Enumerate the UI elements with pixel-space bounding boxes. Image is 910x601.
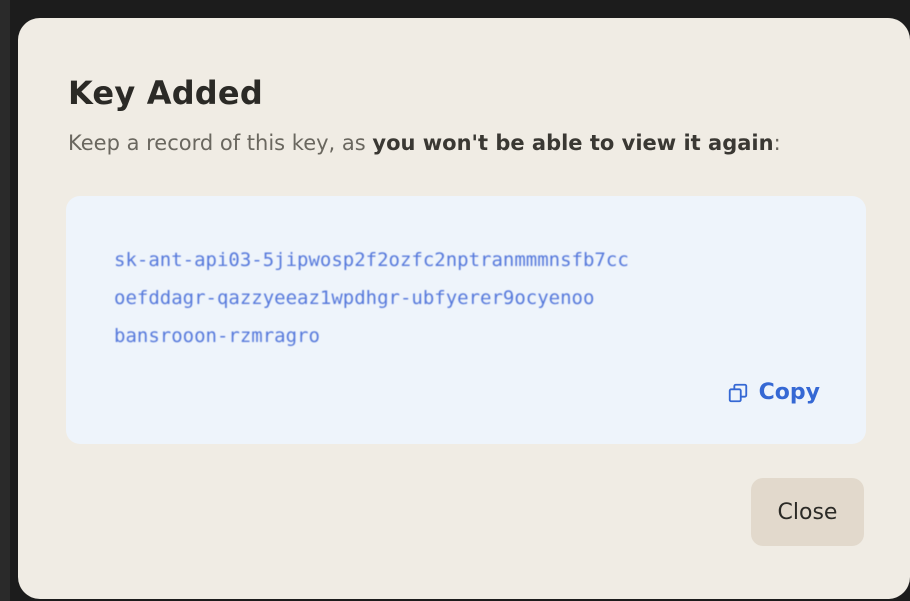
- key-line-text: sk-ant-api03-5jipwosp2f2ozfc2nptranmmmns…: [114, 249, 629, 271]
- key-line-text: oefddagr-qazzyeeaz1wpdhgr-ubfyerer9ocyen…: [114, 287, 595, 309]
- key-line: sk-ant-api03-5jipwosp2f2ozfc2nptranmmmns…: [114, 234, 834, 272]
- subtitle-suffix: :: [773, 131, 781, 155]
- api-key-text[interactable]: sk-ant-api03-5jipwosp2f2ozfc2nptranmmmns…: [114, 234, 834, 348]
- key-display-box: sk-ant-api03-5jipwosp2f2ozfc2nptranmmmns…: [66, 196, 866, 444]
- key-added-dialog: Key Added Keep a record of this key, as …: [18, 18, 910, 599]
- backdrop-edge: [0, 0, 10, 601]
- dialog-subtitle: Keep a record of this key, as you won't …: [68, 131, 781, 155]
- key-line: oefddagr-qazzyeeaz1wpdhgr-ubfyerer9ocyen…: [114, 272, 834, 310]
- close-button-label: Close: [777, 499, 838, 525]
- copy-button-label: Copy: [758, 380, 820, 405]
- key-line: bansrooon-rzmragro: [114, 310, 834, 348]
- dialog-title: Key Added: [68, 74, 263, 112]
- subtitle-bold: you won't be able to view it again: [372, 131, 774, 155]
- key-line-text: bansrooon-rzmragro: [114, 325, 320, 347]
- copy-icon: [728, 383, 747, 402]
- close-button[interactable]: Close: [751, 478, 864, 546]
- subtitle-prefix: Keep a record of this key, as: [68, 131, 373, 155]
- copy-button[interactable]: Copy: [727, 380, 820, 405]
